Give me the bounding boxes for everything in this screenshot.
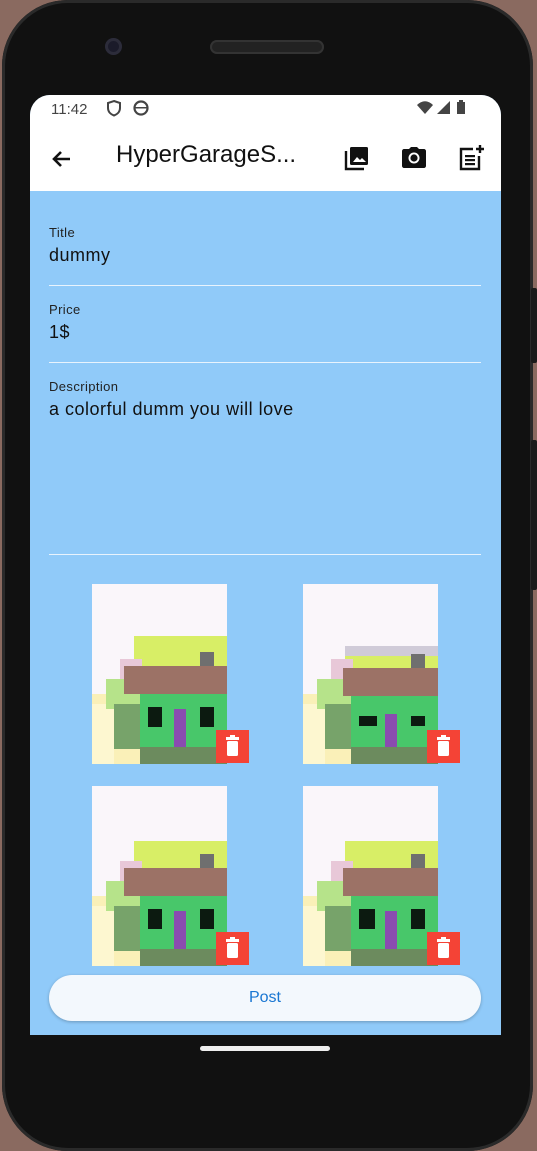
power-button (531, 440, 537, 590)
description-label: Description (49, 379, 119, 394)
description-input-value: a colorful dumm you will love (49, 399, 294, 419)
image-thumbnail[interactable] (303, 786, 438, 966)
wifi-icon (416, 99, 434, 121)
arrow-back-icon[interactable] (48, 145, 76, 173)
delete-icon (226, 937, 239, 958)
delete-image-button[interactable] (427, 730, 460, 763)
house-pixel-art (92, 841, 227, 966)
delete-icon (437, 735, 450, 756)
photo-library-icon[interactable] (342, 143, 372, 173)
shield-icon (106, 99, 122, 121)
delete-image-button[interactable] (216, 730, 249, 763)
status-bar: 11:42 (30, 95, 501, 125)
front-camera (105, 38, 122, 55)
house-pixel-art (303, 646, 438, 764)
phone-frame: 11:42 HyperGarageS... Title dummy Price … (0, 0, 537, 1151)
image-thumbnail[interactable] (303, 584, 438, 764)
title-label: Title (49, 225, 76, 240)
status-time: 11:42 (51, 101, 88, 118)
volume-button (531, 288, 537, 363)
house-pixel-art (303, 841, 438, 966)
description-field[interactable]: Description a colorful dumm you will lov… (49, 379, 481, 555)
earpiece-speaker (210, 40, 324, 54)
image-thumbnail[interactable] (92, 786, 227, 966)
delete-image-button[interactable] (427, 932, 460, 965)
home-indicator[interactable] (200, 1046, 330, 1051)
house-pixel-art (92, 636, 227, 764)
post-add-icon[interactable] (456, 143, 486, 173)
price-field[interactable]: Price 1$ (49, 302, 481, 363)
delete-image-button[interactable] (216, 932, 249, 965)
delete-icon (226, 735, 239, 756)
battery-icon (456, 99, 466, 121)
page-title: HyperGarageS... (116, 141, 297, 168)
title-input-value: dummy (49, 245, 111, 265)
app-bar: HyperGarageS... (30, 125, 501, 191)
post-button[interactable]: Post (49, 975, 481, 1021)
data-saver-icon (132, 99, 150, 121)
cell-signal-icon (435, 99, 451, 121)
camera-icon[interactable] (399, 143, 429, 173)
screen: 11:42 HyperGarageS... Title dummy Price … (30, 95, 501, 1035)
delete-icon (437, 937, 450, 958)
price-label: Price (49, 302, 81, 317)
image-thumbnail[interactable] (92, 584, 227, 764)
price-input-value: 1$ (49, 322, 71, 342)
title-field[interactable]: Title dummy (49, 225, 481, 286)
